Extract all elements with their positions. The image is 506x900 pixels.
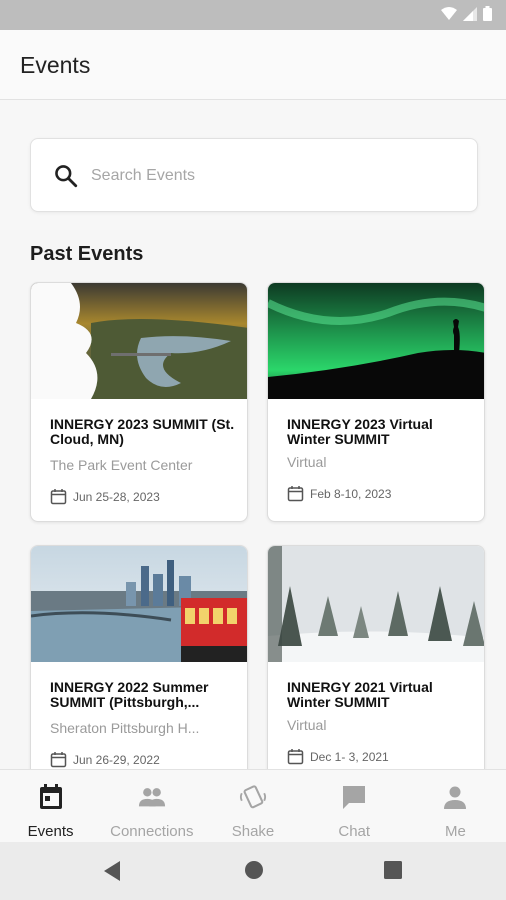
- event-date-row: Jun 26-29, 2022: [50, 751, 160, 768]
- recents-icon[interactable]: [383, 860, 403, 880]
- wifi-icon: [441, 6, 457, 20]
- status-bar: [0, 0, 506, 30]
- home-icon[interactable]: [244, 860, 264, 880]
- search-box[interactable]: [30, 138, 478, 212]
- event-title: INNERGY 2022 Summer SUMMIT (Pittsburgh,.…: [50, 679, 209, 710]
- page-title: Events: [20, 52, 91, 78]
- event-title: INNERGY 2023 SUMMIT (St. Cloud, MN): [50, 416, 235, 447]
- nav-item-chat[interactable]: Chat: [304, 770, 405, 842]
- back-icon[interactable]: [102, 860, 122, 882]
- app-bar: Events: [0, 30, 506, 100]
- nav-item-me[interactable]: Me: [405, 770, 506, 842]
- system-nav-bar: [0, 842, 506, 900]
- calendar-icon: [50, 489, 67, 505]
- event-venue: Sheraton Pittsburgh H...: [50, 720, 200, 736]
- event-venue: The Park Event Center: [50, 457, 193, 473]
- nav-item-connections[interactable]: Connections: [101, 770, 202, 842]
- event-image-aurora: [268, 283, 484, 399]
- event-date: Dec 1- 3, 2021: [310, 749, 389, 764]
- event-date-row: Feb 8-10, 2023: [287, 485, 391, 502]
- nav-item-events[interactable]: Events: [0, 770, 101, 842]
- person-icon: [441, 783, 469, 811]
- chat-bubble-icon: [340, 783, 368, 811]
- nav-item-shake[interactable]: Shake: [202, 770, 303, 842]
- event-title: INNERGY 2023 Virtual Winter SUMMIT: [287, 416, 433, 447]
- event-venue: Virtual: [287, 454, 327, 470]
- bottom-nav: Events Connections Shake Chat Me: [0, 769, 506, 842]
- event-card-3[interactable]: INNERGY 2022 Summer SUMMIT (Pittsburgh,.…: [30, 545, 248, 785]
- calendar-icon: [50, 752, 67, 768]
- nav-label: Connections: [110, 823, 194, 840]
- calendar-icon: [37, 783, 65, 811]
- event-card-4[interactable]: INNERGY 2021 Virtual Winter SUMMIT Virtu…: [267, 545, 485, 785]
- event-date: Jun 26-29, 2022: [73, 752, 160, 767]
- signal-icon: [463, 6, 477, 21]
- nav-label: Shake: [231, 823, 275, 840]
- event-date-row: Dec 1- 3, 2021: [287, 748, 389, 765]
- calendar-icon: [287, 486, 304, 502]
- event-card-1[interactable]: INNERGY 2023 SUMMIT (St. Cloud, MN) The …: [30, 282, 248, 522]
- event-image-pittsburgh: [31, 546, 247, 662]
- search-section: [0, 100, 506, 230]
- people-icon: [138, 783, 166, 811]
- search-input[interactable]: [91, 161, 451, 191]
- event-image-winter-forest: [268, 546, 484, 662]
- event-image-st-cloud: [31, 283, 247, 399]
- nav-label: Me: [444, 823, 466, 840]
- event-date-row: Jun 25-28, 2023: [50, 488, 160, 505]
- past-events-heading: Past Events: [30, 243, 144, 265]
- search-icon: [55, 165, 78, 188]
- event-title: INNERGY 2021 Virtual Winter SUMMIT: [287, 679, 433, 710]
- calendar-icon: [287, 749, 304, 765]
- event-venue: Virtual: [287, 717, 327, 733]
- shake-phone-icon: [239, 783, 267, 811]
- battery-icon: [483, 6, 492, 21]
- nav-label: Chat: [338, 823, 371, 840]
- event-date: Jun 25-28, 2023: [73, 489, 160, 504]
- nav-label: Events: [27, 823, 74, 840]
- event-date: Feb 8-10, 2023: [310, 486, 392, 501]
- event-card-2[interactable]: INNERGY 2023 Virtual Winter SUMMIT Virtu…: [267, 282, 485, 522]
